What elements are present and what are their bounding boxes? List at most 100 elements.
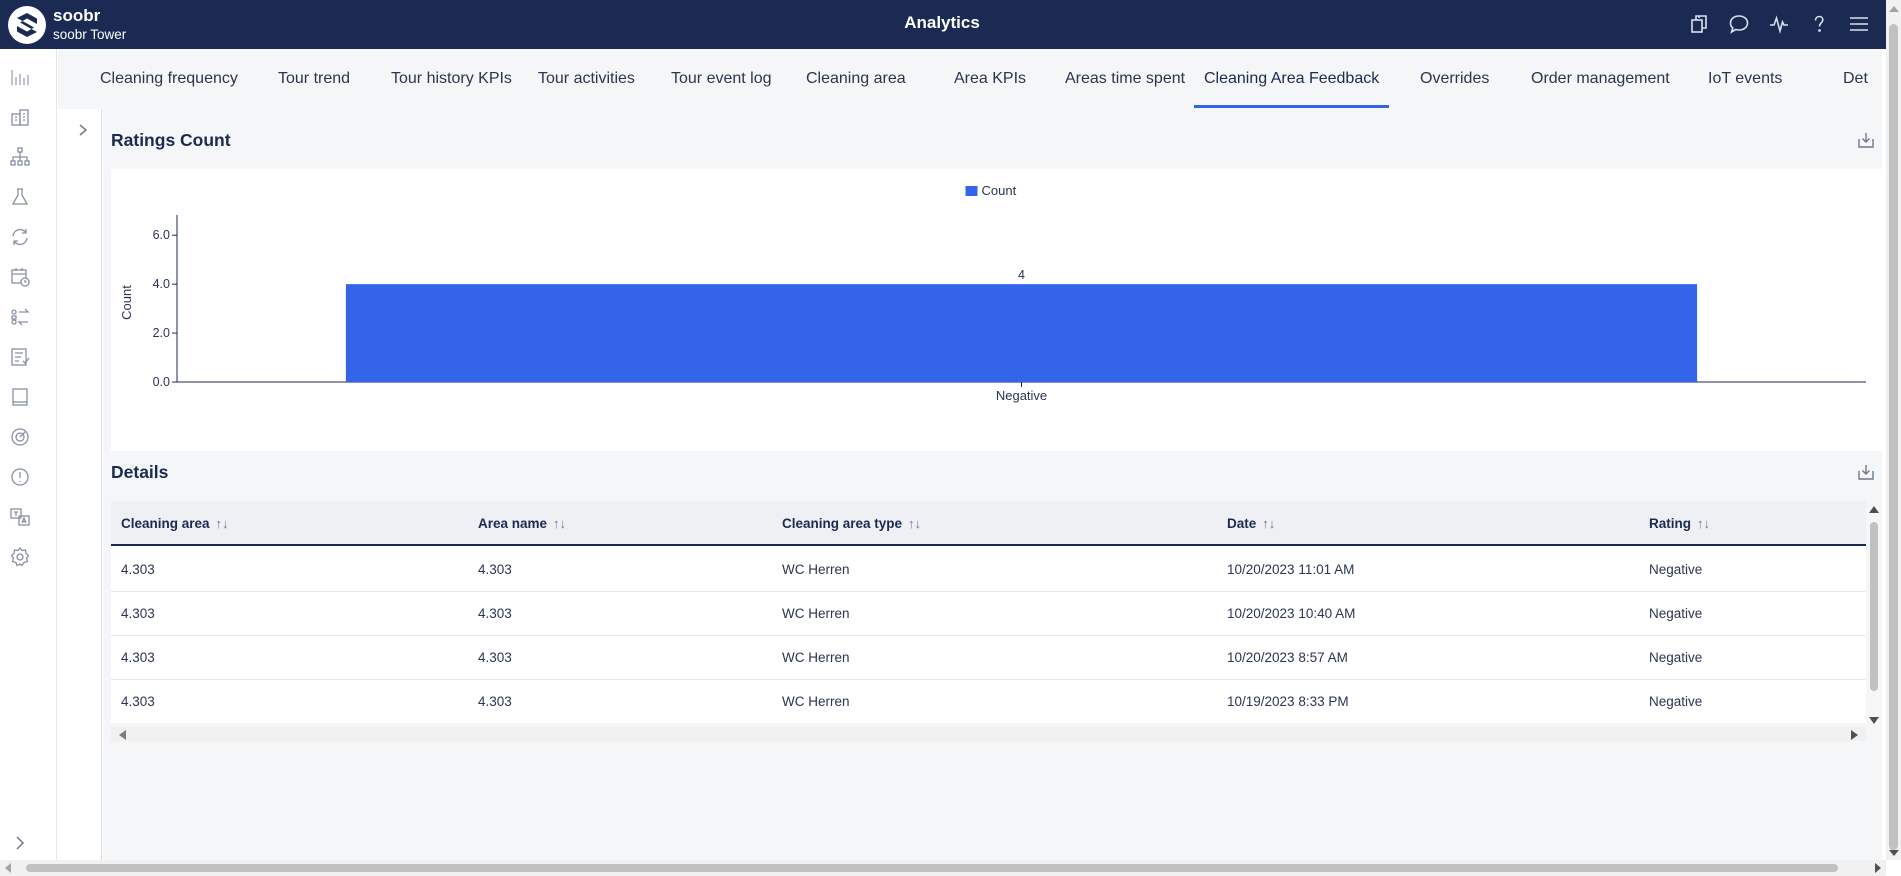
scroll-right-icon[interactable]: [1875, 863, 1881, 873]
calendar-clock-icon[interactable]: [8, 265, 32, 289]
y-axis-label: Count: [119, 285, 134, 320]
details-title: Details: [111, 462, 169, 482]
table-row[interactable]: 4.303 4.303 WC Herren 10/20/2023 10:40 A…: [111, 592, 1866, 636]
scrollbar-thumb[interactable]: [26, 864, 1838, 872]
top-bar: soobr soobr Tower Analytics: [0, 0, 1901, 49]
tab-tour-history-kpis[interactable]: Tour history KPIs: [391, 49, 512, 109]
page-title: Analytics: [904, 13, 980, 32]
tab-details-truncated[interactable]: Det: [1843, 49, 1868, 109]
sort-icon[interactable]: ↑↓: [553, 516, 566, 531]
cell-rating: Negative: [1649, 694, 1703, 709]
tab-overrides[interactable]: Overrides: [1420, 49, 1489, 109]
chevron-right-icon[interactable]: [76, 123, 90, 142]
cell-cleaning-area: 4.303: [121, 562, 155, 577]
cell-date: 10/20/2023 8:57 AM: [1227, 650, 1348, 665]
y-tick-label: 0.0: [153, 375, 170, 389]
page-vertical-scrollbar[interactable]: [1886, 0, 1901, 860]
sort-icon[interactable]: ↑↓: [1262, 516, 1275, 531]
lab-icon[interactable]: [8, 185, 32, 209]
cell-rating: Negative: [1649, 606, 1703, 621]
tab-cleaning-area[interactable]: Cleaning area: [806, 49, 906, 109]
column-header-date[interactable]: Date ↑↓: [1227, 501, 1275, 546]
ratings-count-title: Ratings Count: [111, 130, 231, 150]
tablet-icon[interactable]: [8, 385, 32, 409]
table-row[interactable]: 4.303 4.303 WC Herren 10/19/2023 8:33 PM…: [111, 680, 1866, 723]
column-header-area-name[interactable]: Area name ↑↓: [478, 501, 566, 546]
sort-icon[interactable]: ↑↓: [1697, 516, 1710, 531]
cell-cleaning-area: 4.303: [121, 650, 155, 665]
cell-cleaning-area-type: WC Herren: [782, 562, 850, 577]
building-icon[interactable]: [8, 105, 32, 129]
chat-icon[interactable]: [1727, 12, 1751, 36]
legend-swatch: [965, 186, 978, 196]
bar-value-label: 4: [1018, 268, 1025, 282]
help-icon[interactable]: [1807, 12, 1831, 36]
scroll-down-icon[interactable]: [1889, 850, 1899, 856]
target-icon[interactable]: [8, 425, 32, 449]
tab-tour-event-log[interactable]: Tour event log: [671, 49, 772, 109]
tab-area-kpis[interactable]: Area KPIs: [954, 49, 1026, 109]
table-header: Cleaning area ↑↓ Area name ↑↓ Cleaning are…: [111, 501, 1866, 546]
table-vertical-scrollbar[interactable]: [1868, 504, 1880, 726]
expand-nav-icon[interactable]: [8, 831, 32, 855]
cell-area-name: 4.303: [478, 562, 512, 577]
y-tick-label: 4.0: [153, 277, 170, 291]
column-header-cleaning-area-type[interactable]: Cleaning area type ↑↓: [782, 501, 921, 546]
download-icon[interactable]: [1855, 461, 1877, 483]
cell-cleaning-area: 4.303: [121, 606, 155, 621]
scroll-right-icon[interactable]: [1851, 730, 1858, 740]
details-table: Cleaning area ↑↓ Area name ↑↓ Cleaning are…: [111, 501, 1866, 723]
translate-icon[interactable]: [8, 505, 32, 529]
legend-label: Count: [982, 183, 1017, 198]
page-horizontal-scrollbar[interactable]: [0, 860, 1886, 876]
sort-icon[interactable]: ↑↓: [216, 516, 229, 531]
settings-icon[interactable]: [8, 545, 32, 569]
cell-cleaning-area-type: WC Herren: [782, 650, 850, 665]
cell-cleaning-area-type: WC Herren: [782, 606, 850, 621]
activity-icon[interactable]: [1767, 12, 1791, 36]
menu-icon[interactable]: [1847, 12, 1871, 36]
sort-icon[interactable]: ↑↓: [908, 516, 921, 531]
table-row[interactable]: 4.303 4.303 WC Herren 10/20/2023 8:57 AM…: [111, 636, 1866, 680]
cell-date: 10/20/2023 11:01 AM: [1227, 562, 1355, 577]
analytics-tabs: Cleaning frequency Tour trend Tour histo…: [58, 49, 1882, 109]
column-header-rating[interactable]: Rating ↑↓: [1649, 501, 1710, 546]
copy-icon[interactable]: [1687, 12, 1711, 36]
transfer-icon[interactable]: [8, 305, 32, 329]
tab-tour-trend[interactable]: Tour trend: [278, 49, 350, 109]
analytics-icon[interactable]: [8, 65, 32, 89]
scroll-up-icon[interactable]: [1869, 506, 1879, 513]
scrollbar-thumb[interactable]: [1870, 522, 1878, 691]
tab-iot-events[interactable]: IoT events: [1708, 49, 1782, 109]
ratings-chart: 0.0 2.0 4.0 6.0 Count Count 4 Negative: [111, 169, 1890, 451]
cell-cleaning-area-type: WC Herren: [782, 694, 850, 709]
alert-icon[interactable]: [8, 465, 32, 489]
download-icon[interactable]: [1855, 129, 1877, 151]
cell-rating: Negative: [1649, 650, 1703, 665]
scrollbar-thumb[interactable]: [1889, 24, 1898, 850]
sync-icon[interactable]: [8, 225, 32, 249]
table-horizontal-scrollbar[interactable]: [111, 727, 1866, 741]
table-row[interactable]: 4.303 4.303 WC Herren 10/20/2023 11:01 A…: [111, 548, 1866, 592]
left-nav-rail: [0, 49, 57, 860]
tab-tour-activities[interactable]: Tour activities: [538, 49, 635, 109]
column-header-cleaning-area[interactable]: Cleaning area ↑↓: [121, 501, 229, 546]
scroll-down-icon[interactable]: [1869, 717, 1879, 724]
analytics-content: Ratings Count 0.0 2.0 4.0 6.0 Count Count 4 Neg…: [103, 109, 1890, 863]
cell-cleaning-area: 4.303: [121, 694, 155, 709]
scroll-up-icon[interactable]: [1889, 6, 1899, 12]
y-tick-label: 2.0: [153, 326, 170, 340]
hierarchy-icon[interactable]: [8, 145, 32, 169]
scroll-left-icon[interactable]: [119, 730, 126, 740]
cell-area-name: 4.303: [478, 650, 512, 665]
checklist-icon[interactable]: [8, 345, 32, 369]
tab-cleaning-frequency[interactable]: Cleaning frequency: [100, 49, 238, 109]
x-tick-label: Negative: [996, 388, 1047, 403]
cell-date: 10/19/2023 8:33 PM: [1227, 694, 1349, 709]
ratings-bar-chart: 0.0 2.0 4.0 6.0 Count Count 4 Negative: [119, 183, 1866, 403]
tab-order-management[interactable]: Order management: [1531, 49, 1670, 109]
tab-areas-time-spent[interactable]: Areas time spent: [1065, 49, 1185, 109]
scroll-left-icon[interactable]: [5, 863, 11, 873]
tab-cleaning-area-feedback[interactable]: Cleaning Area Feedback: [1193, 49, 1390, 109]
cell-rating: Negative: [1649, 562, 1703, 577]
